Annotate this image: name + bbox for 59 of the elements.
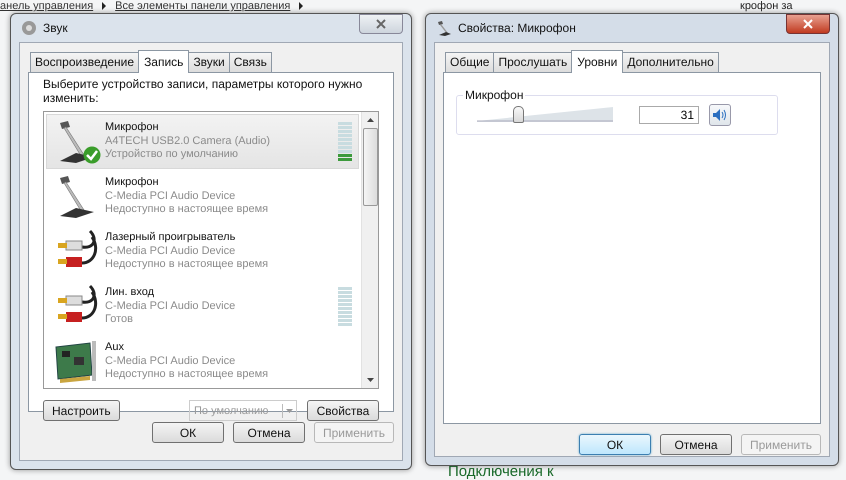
- group-label: Микрофон: [463, 88, 526, 102]
- dialog-button[interactable]: ОК: [152, 422, 224, 443]
- device-description: A4TECH USB2.0 Camera (Audio): [105, 134, 272, 148]
- microphone-icon: [436, 20, 452, 36]
- device-item[interactable]: Aux C-Media PCI Audio Device Недоступно в настоящее время: [46, 334, 359, 389]
- tab[interactable]: Связь: [228, 52, 272, 72]
- close-button[interactable]: [786, 14, 830, 34]
- scroll-down-icon: [366, 378, 374, 382]
- breadcrumb-link[interactable]: Все элементы панели управления: [115, 0, 290, 12]
- dropdown-arrow-icon: [282, 402, 296, 418]
- dialog-button[interactable]: ОК: [578, 434, 651, 455]
- chevron-right-icon: [101, 2, 108, 10]
- device-item[interactable]: Микрофон C-Media PCI Audio Device Недоступно в настоящее время: [46, 169, 359, 224]
- tab[interactable]: Дополнительно: [622, 52, 719, 72]
- properties-button[interactable]: Свойства: [307, 400, 379, 421]
- device-status: Готов: [105, 313, 134, 327]
- tab[interactable]: Общие: [445, 52, 494, 72]
- device-name: Лазерный проигрыватель: [105, 231, 236, 245]
- heading-text: крофон за: [740, 0, 793, 12]
- mute-button[interactable]: [709, 104, 731, 126]
- tab[interactable]: Воспроизведение: [30, 52, 140, 72]
- device-status: Недоступно в настоящее время: [105, 258, 270, 272]
- device-item[interactable]: Лин. вход C-Media PCI Audio Device Готов: [46, 279, 359, 334]
- device-item[interactable]: Лазерный проигрыватель C-Media PCI Audio Device Недоступно в настоящее время: [46, 224, 359, 279]
- scroll-thumb[interactable]: [362, 128, 378, 206]
- volume-slider[interactable]: [477, 106, 613, 124]
- device-name: Микрофон: [105, 121, 160, 135]
- dialog-button[interactable]: Отмена: [660, 434, 732, 455]
- close-icon: [802, 19, 814, 29]
- tab[interactable]: Уровни: [571, 50, 624, 73]
- scroll-up-icon: [366, 118, 374, 122]
- dialog-button[interactable]: Отмена: [232, 422, 305, 443]
- tab[interactable]: Запись: [138, 50, 190, 73]
- device-status: Устройство по умолчанию: [105, 148, 240, 162]
- tab[interactable]: Звуки: [188, 52, 230, 72]
- tab[interactable]: Прослушать: [493, 52, 572, 72]
- sound-card-icon: [54, 338, 98, 384]
- window-title: Звук: [43, 21, 69, 35]
- close-icon: [375, 19, 387, 29]
- device-status: Недоступно в настоящее время: [105, 368, 270, 382]
- breadcrumb-link[interactable]: анель управления: [0, 0, 94, 12]
- device-description: C-Media PCI Audio Device: [105, 190, 236, 204]
- device-status: Недоступно в настоящее время: [105, 203, 270, 217]
- close-button[interactable]: [359, 14, 403, 34]
- device-name: Aux: [105, 341, 125, 355]
- device-name: Микрофон: [105, 176, 160, 190]
- window-title: Свойства: Микрофон: [458, 21, 577, 35]
- device-description: C-Media PCI Audio Device: [105, 244, 236, 258]
- instruction-text: Выберите устройство записи, параметры которого нужно изменить:: [43, 77, 364, 105]
- device-item[interactable]: Микрофон A4TECH USB2.0 Camera (Audio) Устройство по умолчанию: [46, 114, 359, 169]
- chevron-right-icon: [298, 2, 304, 10]
- device-name: Лин. вход: [105, 286, 156, 300]
- device-description: C-Media PCI Audio Device: [105, 354, 236, 368]
- slider-thumb[interactable]: [513, 106, 524, 123]
- device-description: C-Media PCI Audio Device: [105, 300, 236, 314]
- configure-button[interactable]: Настроить: [43, 400, 120, 421]
- link-text[interactable]: Подключения к: [448, 463, 554, 480]
- level-value-field[interactable]: 31: [639, 106, 699, 124]
- scrollbar[interactable]: [361, 112, 378, 388]
